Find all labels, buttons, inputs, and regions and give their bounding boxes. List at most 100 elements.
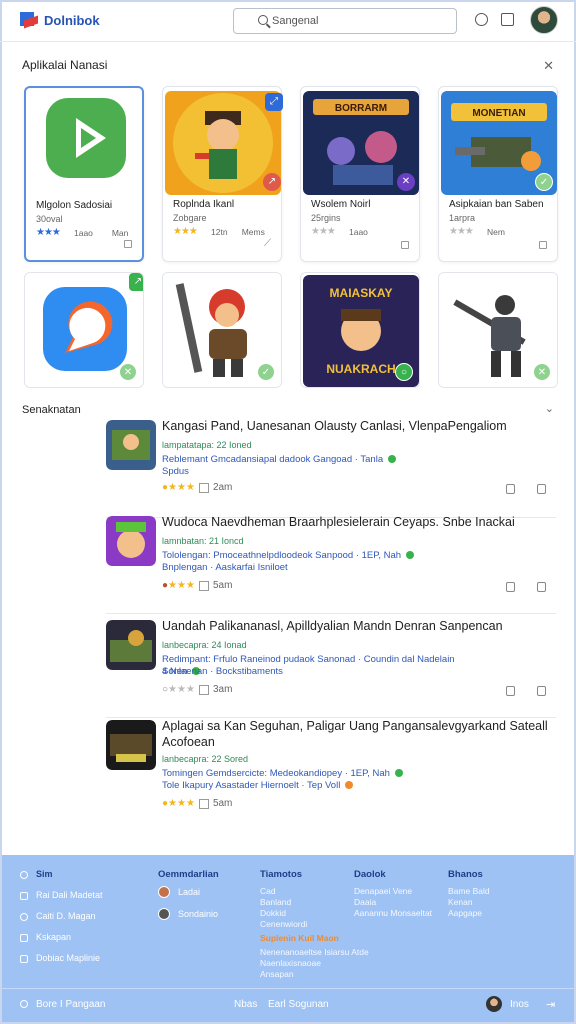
footer-bottom-bar: Bore I Pangaan Nbas Earl Sogunan Inos ⇥	[2, 988, 574, 1022]
footer-link[interactable]: Daaia	[354, 897, 432, 908]
footer-link[interactable]: Nenenanoaeltse Isiarsu Atde	[260, 947, 369, 958]
bookmark-icon[interactable]	[124, 240, 132, 248]
app-card[interactable]: BORRARM ✕ Wsolem Noirl 25rgins ★★★ 1aao	[300, 86, 420, 262]
list-title: Senaknatan	[22, 404, 81, 416]
close-icon[interactable]: ✕	[543, 58, 554, 74]
grid-icon	[20, 954, 28, 963]
footer-link[interactable]: Aapgape	[448, 908, 490, 919]
footer-link[interactable]: Cad	[260, 886, 369, 897]
app-card[interactable]: MONETIAN ✓ Asipkaian ban Saben 1arpra ★★…	[438, 86, 558, 262]
app-thumbnail	[106, 516, 156, 566]
item-title: Uandah Palikananasl, Apilldyalian Mandn …	[162, 619, 503, 633]
item-time: 5am	[212, 580, 233, 591]
list-item[interactable]: Wudoca Naevdheman Braarhplesielerain Cey…	[106, 514, 556, 614]
thumb-text: BORRARM	[335, 103, 387, 114]
footer-copyright: Bore I Pangaan	[36, 999, 106, 1010]
footer-link[interactable]: Rai Dali Madetat	[20, 890, 103, 901]
close-badge-icon[interactable]: ✕	[533, 363, 551, 381]
lock-icon[interactable]	[506, 582, 515, 592]
footer-col-links: Tiamotos Cad Banland Dokkid Cenenwiordi …	[260, 869, 369, 980]
app-card[interactable]: Mlgolon Sadosiai 30oval ★★★ 1aao Man	[24, 86, 144, 262]
bookmark-icon[interactable]	[539, 241, 547, 249]
footer-heading: Bhanos	[448, 869, 483, 880]
footer-highlight-link[interactable]: Suplenin Kuil Maon	[260, 933, 369, 944]
save-icon[interactable]	[537, 484, 546, 494]
item-meta: lamnbatan: 21 Ioncd	[162, 536, 244, 546]
footer-link[interactable]: Naenlaxisnaoae	[260, 958, 369, 969]
lock-icon[interactable]	[506, 484, 515, 494]
item-desc: Tomingen Gemdsercicte: Medeokandiopey · …	[162, 768, 462, 780]
refresh-icon[interactable]: ○	[395, 363, 413, 381]
thumb-text: MAIASKAY	[330, 286, 393, 300]
tool-icon[interactable]: ⟋	[264, 238, 271, 249]
card-title: Mlgolon Sadosiai	[36, 200, 113, 211]
footer-col-more: Bhanos Bame Bald Kenan Aapgape	[448, 869, 490, 919]
site-footer: Sim Rai Dali Madetat Caiti D. Magan Kska…	[2, 855, 574, 1022]
footer-link[interactable]: Cenenwiordi	[260, 919, 369, 930]
footer-heading: Oemmdarlian	[158, 869, 219, 880]
list-item[interactable]: Kangasi Pand, Uanesanan Olausty Canlasi,…	[106, 418, 556, 518]
footer-col-nav: Sim Rai Dali Madetat Caiti D. Magan Kska…	[20, 869, 103, 974]
bookmark-icon[interactable]	[401, 241, 409, 249]
chevron-down-icon[interactable]: ⌄	[545, 402, 554, 415]
check-icon[interactable]: ✓	[257, 363, 275, 381]
list-item[interactable]: Aplagai sa Kan Seguhan, Paligar Uang Pan…	[106, 718, 556, 818]
download-icon[interactable]	[198, 684, 209, 695]
pin-icon	[20, 891, 28, 900]
app-tile[interactable]: ✕	[438, 272, 558, 388]
rating-stars: ●★★★	[162, 482, 195, 493]
save-icon[interactable]	[537, 686, 546, 696]
footer-link[interactable]: Caiti D. Magan	[20, 911, 103, 922]
rating-stars: ●★★★	[162, 798, 195, 809]
footer-link[interactable]: Ladai	[158, 886, 219, 898]
item-meta: lanbecapra: 24 Ionad	[162, 640, 247, 650]
footer-link[interactable]: Inos	[510, 999, 529, 1010]
footer-link[interactable]: Ansapan	[260, 969, 369, 980]
app-logo[interactable]: Dolnibok	[20, 11, 100, 30]
close-badge-icon[interactable]: ✕	[119, 363, 137, 381]
app-card[interactable]: ⤢ ↗ Roplnda Ikanl Zobgare ★★★ 12tn Mems …	[162, 86, 283, 262]
exit-icon[interactable]: ⇥	[546, 998, 555, 1011]
footer-link[interactable]: Banland	[260, 897, 369, 908]
list-item[interactable]: Uandah Palikananasl, Apilldyalian Mandn …	[106, 618, 556, 718]
item-footer: ○★★★ 3am	[162, 684, 232, 695]
item-meta: lanbecapra: 22 Sored	[162, 754, 249, 764]
info-icon[interactable]	[475, 13, 488, 26]
footer-col-community: Oemmdarlian Ladai Sondainio	[158, 869, 219, 930]
footer-link[interactable]: Dobiac Maplinie	[20, 953, 103, 964]
item-actions	[506, 582, 546, 592]
footer-link[interactable]: Sim	[20, 869, 103, 880]
footer-link[interactable]: Dokkid	[260, 908, 369, 919]
avatar[interactable]	[486, 996, 502, 1012]
app-tile[interactable]: MAIASKAY NUAKRACH ○	[300, 272, 420, 388]
footer-link[interactable]: Aanannu Monsaeltat	[354, 908, 432, 919]
item-title: Aplagai sa Kan Seguhan, Paligar Uang Pan…	[162, 719, 548, 749]
footer-link[interactable]: Earl Sogunan	[268, 999, 329, 1010]
footer-link[interactable]: Nbas	[234, 999, 257, 1010]
share-icon[interactable]: ↗	[263, 173, 281, 191]
close-badge-icon[interactable]: ✕	[397, 173, 415, 191]
card-rating: ★★★	[36, 227, 61, 238]
expand-icon[interactable]: ⤢	[265, 93, 283, 111]
download-icon[interactable]	[198, 798, 209, 809]
check-icon[interactable]: ✓	[535, 173, 553, 191]
app-tile[interactable]: ↗ ✕	[24, 272, 144, 388]
edit-icon[interactable]	[501, 13, 514, 26]
footer-link[interactable]: Kenan	[448, 897, 490, 908]
card-icon	[20, 933, 28, 942]
avatar[interactable]	[530, 6, 558, 34]
save-icon[interactable]	[537, 582, 546, 592]
footer-link[interactable]: Sondainio	[158, 908, 219, 920]
download-icon[interactable]	[198, 580, 209, 591]
search-input[interactable]: Sangenal	[233, 8, 457, 34]
card-meta: 12tn Mems	[211, 227, 265, 237]
item-actions	[506, 686, 546, 696]
lock-icon[interactable]	[506, 686, 515, 696]
item-actions	[506, 484, 546, 494]
card-subtitle: 25rgins	[311, 213, 341, 223]
footer-link[interactable]: Kskapan	[20, 932, 103, 943]
footer-link[interactable]: Denapaei Vene	[354, 886, 432, 897]
app-tile[interactable]: ✓	[162, 272, 282, 388]
download-icon[interactable]	[198, 482, 209, 493]
footer-link[interactable]: Bame Bald	[448, 886, 490, 897]
